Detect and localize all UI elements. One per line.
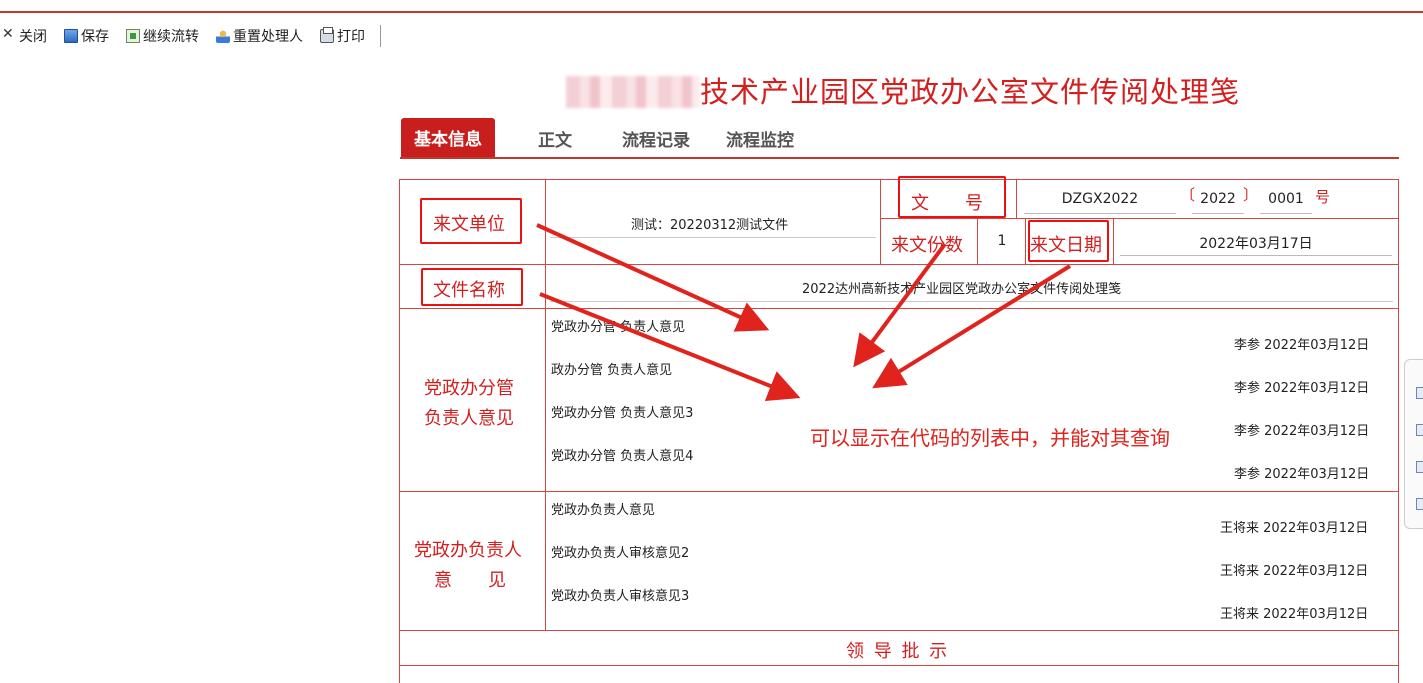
opinion-signature: 李参 2022年03月12日 <box>1234 338 1370 353</box>
flow-icon <box>126 29 140 43</box>
opinion-signature: 李参 2022年03月12日 <box>1234 467 1370 482</box>
close-label: 关闭 <box>19 29 47 45</box>
opinion-text: 党政办分管 负责人意见3 <box>551 406 694 421</box>
office-head-label-1: 党政办负责人 <box>414 540 522 561</box>
save-label: 保存 <box>81 29 109 45</box>
office-head-label-2: 意 见 <box>434 570 506 591</box>
copies-input[interactable]: 1 <box>983 228 1021 256</box>
doc-bracket-close: 〕 <box>1243 186 1259 204</box>
top-accent-line <box>0 11 1423 13</box>
opinion-signature: 王将来 2022年03月12日 <box>1220 521 1369 536</box>
print-icon <box>320 27 334 43</box>
toolbar-divider <box>380 25 381 47</box>
panel-icon[interactable] <box>1416 498 1423 510</box>
opinion-signature: 李参 2022年03月12日 <box>1234 381 1370 396</box>
panel-icon[interactable] <box>1416 424 1423 436</box>
side-panel <box>1404 359 1423 529</box>
leader-instructions-label: 领 导 批 示 <box>846 641 950 662</box>
opinion-text: 党政办负责人意见 <box>551 503 656 518</box>
opinion-text: 党政办分管 负责人意见4 <box>551 449 694 464</box>
dept-head-label-1: 党政办分管 <box>424 378 514 399</box>
date-input[interactable]: 2022年03月17日 <box>1120 228 1392 256</box>
annotation-text: 可以显示在代码的列表中，并能对其查询 <box>810 426 1170 450</box>
file-name-label: 文件名称 <box>433 280 505 301</box>
doc-suffix: 号 <box>1315 188 1331 206</box>
tab-flow-records[interactable]: 流程记录 <box>622 126 690 151</box>
print-button[interactable]: 打印 <box>320 26 365 46</box>
doc-number-label: 文 号 <box>911 193 983 214</box>
file-name-value[interactable]: 2022达州高新技术产业园区党政办公室文件传阅处理笺 <box>802 278 1121 297</box>
opinion-text: 党政办负责人审核意见3 <box>551 589 690 604</box>
source-unit-value[interactable]: 测试：20220312测试文件 <box>631 214 788 233</box>
date-label: 来文日期 <box>1030 235 1102 256</box>
opinion-text: 党政办负责人审核意见2 <box>551 546 690 561</box>
panel-icon[interactable] <box>1416 387 1423 399</box>
copies-label: 来文份数 <box>891 235 963 256</box>
tab-bar: 基本信息 正文 流程记录 流程监控 <box>400 117 1399 159</box>
doc-year-input[interactable]: 2022 <box>1192 186 1244 214</box>
opinion-signature: 王将来 2022年03月12日 <box>1220 607 1369 622</box>
page-title-text: 技术产业园区党政办公室文件传阅处理笺 <box>700 75 1241 109</box>
panel-icon[interactable] <box>1416 461 1423 473</box>
doc-serial-input[interactable]: 0001 <box>1260 186 1312 214</box>
toolbar: 关闭 保存 继续流转 重置处理人 打印 <box>0 24 381 48</box>
opinion-text: 党政办分管 负责人意见 <box>551 320 686 335</box>
page-title: 技术产业园区党政办公室文件传阅处理笺 <box>566 69 1240 111</box>
tab-flow-monitor[interactable]: 流程监控 <box>726 126 794 151</box>
continue-flow-button[interactable]: 继续流转 <box>126 26 199 46</box>
tab-body[interactable]: 正文 <box>538 126 572 151</box>
reset-handler-label: 重置处理人 <box>233 29 303 45</box>
continue-flow-label: 继续流转 <box>143 29 199 45</box>
save-button[interactable]: 保存 <box>64 26 109 46</box>
tab-basic-info[interactable]: 基本信息 <box>401 118 495 157</box>
doc-prefix-input[interactable]: DZGX2022 <box>1024 186 1176 214</box>
opinion-signature: 王将来 2022年03月12日 <box>1220 564 1369 579</box>
redacted-text <box>566 76 700 108</box>
reset-handler-button[interactable]: 重置处理人 <box>216 26 303 46</box>
dept-head-label-2: 负责人意见 <box>424 408 514 429</box>
save-icon <box>64 29 78 43</box>
print-label: 打印 <box>337 29 365 45</box>
close-button[interactable]: 关闭 <box>2 26 47 46</box>
opinion-signature: 李参 2022年03月12日 <box>1234 424 1370 439</box>
source-unit-label: 来文单位 <box>433 214 505 235</box>
opinion-text: 政办分管 负责人意见 <box>551 363 673 378</box>
user-icon <box>216 29 230 43</box>
close-icon <box>2 26 16 43</box>
